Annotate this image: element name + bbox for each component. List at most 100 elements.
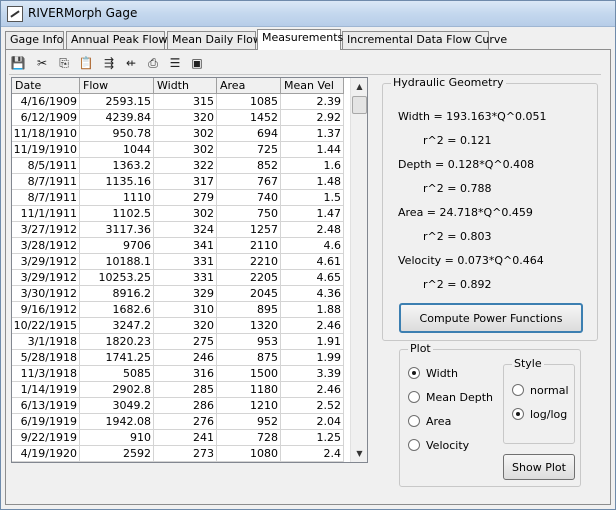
cell-mean-vel[interactable]: 2.92 <box>281 110 344 126</box>
cell-width[interactable]: 317 <box>154 174 217 190</box>
cell-flow[interactable]: 1363.2 <box>80 158 154 174</box>
cell-flow[interactable]: 1682.6 <box>80 302 154 318</box>
header-mean-vel[interactable]: Mean Vel <box>281 78 344 94</box>
cell-flow[interactable]: 950.78 <box>80 126 154 142</box>
tab-gage-info[interactable]: Gage Info <box>5 31 64 49</box>
cell-mean-vel[interactable]: 4.61 <box>281 254 344 270</box>
cell-mean-vel[interactable]: 3.39 <box>281 366 344 382</box>
cell-width[interactable]: 276 <box>154 414 217 430</box>
cell-date[interactable]: 3/27/1912 <box>12 222 80 238</box>
cell-area[interactable]: 1085 <box>217 94 281 110</box>
cell-date[interactable]: 8/7/1911 <box>12 190 80 206</box>
cell-width[interactable]: 286 <box>154 398 217 414</box>
header-width[interactable]: Width <box>154 78 217 94</box>
cell-area[interactable]: 2205 <box>217 270 281 286</box>
tab-mean-daily-flow[interactable]: Mean Daily Flow <box>167 31 262 49</box>
cell-date[interactable]: 4/19/1920 <box>12 446 80 462</box>
cell-area[interactable]: 725 <box>217 142 281 158</box>
cell-flow[interactable]: 1110 <box>80 190 154 206</box>
save-icon[interactable]: 💾 <box>9 54 27 72</box>
table-row[interactable]: 11/18/1910 950.78 302 694 1.37 <box>12 126 352 142</box>
cell-mean-vel[interactable]: 2.46 <box>281 318 344 334</box>
cell-mean-vel[interactable]: 4.36 <box>281 286 344 302</box>
cell-width[interactable]: 341 <box>154 238 217 254</box>
cell-date[interactable]: 3/29/1912 <box>12 254 80 270</box>
grid-scrollbar[interactable]: ▲ ▼ <box>350 78 367 462</box>
cell-date[interactable]: 3/29/1912 <box>12 270 80 286</box>
table-row[interactable]: 1/14/1919 2902.8 285 1180 2.46 <box>12 382 352 398</box>
copy-icon[interactable]: ⎘ <box>55 54 73 72</box>
cell-area[interactable]: 1180 <box>217 382 281 398</box>
tab-incremental-data-flow-curve[interactable]: Incremental Data Flow Curve <box>342 31 507 49</box>
table-row[interactable]: 3/27/1912 3117.36 324 1257 2.48 <box>12 222 352 238</box>
cell-width[interactable]: 331 <box>154 270 217 286</box>
table-row[interactable]: 8/7/1911 1135.16 317 767 1.48 <box>12 174 352 190</box>
cell-mean-vel[interactable]: 1.37 <box>281 126 344 142</box>
cut-icon[interactable]: ✂ <box>33 54 51 72</box>
list-icon[interactable]: ☰ <box>166 54 184 72</box>
header-area[interactable]: Area <box>217 78 281 94</box>
cell-width[interactable]: 316 <box>154 366 217 382</box>
cell-width[interactable]: 241 <box>154 430 217 446</box>
cell-area[interactable]: 1080 <box>217 446 281 462</box>
cell-mean-vel[interactable]: 1.91 <box>281 334 344 350</box>
image-icon[interactable]: ▣ <box>188 54 206 72</box>
cell-mean-vel[interactable]: 2.46 <box>281 382 344 398</box>
cell-mean-vel[interactable]: 1.44 <box>281 142 344 158</box>
cell-date[interactable]: 11/19/1910 <box>12 142 80 158</box>
cell-flow[interactable]: 2592 <box>80 446 154 462</box>
cell-date[interactable]: 6/13/1919 <box>12 398 80 414</box>
cell-date[interactable]: 1/14/1919 <box>12 382 80 398</box>
cell-area[interactable]: 953 <box>217 334 281 350</box>
cell-width[interactable]: 310 <box>154 302 217 318</box>
cell-width[interactable]: 275 <box>154 334 217 350</box>
table-row[interactable]: 11/1/1911 1102.5 302 750 1.47 <box>12 206 352 222</box>
cell-date[interactable]: 3/28/1912 <box>12 238 80 254</box>
cell-date[interactable]: 6/19/1919 <box>12 414 80 430</box>
cell-mean-vel[interactable]: 1.25 <box>281 430 344 446</box>
cell-width[interactable]: 322 <box>154 158 217 174</box>
cell-width[interactable]: 246 <box>154 350 217 366</box>
cell-area[interactable]: 1500 <box>217 366 281 382</box>
cell-flow[interactable]: 8916.2 <box>80 286 154 302</box>
cell-date[interactable]: 11/18/1910 <box>12 126 80 142</box>
plot-velocity-radio[interactable]: Velocity <box>408 437 469 453</box>
cell-mean-vel[interactable]: 2.52 <box>281 398 344 414</box>
scroll-up-icon[interactable]: ▲ <box>351 78 367 95</box>
table-row[interactable]: 6/12/1909 4239.84 320 1452 2.92 <box>12 110 352 126</box>
cell-flow[interactable]: 3247.2 <box>80 318 154 334</box>
cell-mean-vel[interactable]: 2.04 <box>281 414 344 430</box>
cell-date[interactable]: 3/30/1912 <box>12 286 80 302</box>
table-row[interactable]: 3/28/1912 9706 341 2110 4.6 <box>12 238 352 254</box>
cell-flow[interactable]: 1044 <box>80 142 154 158</box>
cell-flow[interactable]: 2902.8 <box>80 382 154 398</box>
cell-width[interactable]: 329 <box>154 286 217 302</box>
cell-flow[interactable]: 9706 <box>80 238 154 254</box>
cell-mean-vel[interactable]: 1.6 <box>281 158 344 174</box>
cell-width[interactable]: 279 <box>154 190 217 206</box>
cell-mean-vel[interactable]: 2.4 <box>281 446 344 462</box>
cell-mean-vel[interactable]: 2.39 <box>281 94 344 110</box>
cell-area[interactable]: 1210 <box>217 398 281 414</box>
scroll-thumb[interactable] <box>352 96 367 114</box>
table-row[interactable]: 6/13/1919 3049.2 286 1210 2.52 <box>12 398 352 414</box>
cell-area[interactable]: 852 <box>217 158 281 174</box>
cell-date[interactable]: 8/5/1911 <box>12 158 80 174</box>
print-icon[interactable]: ⎙ <box>144 54 162 72</box>
insert-row-icon[interactable]: ⇶ <box>100 54 118 72</box>
cell-width[interactable]: 320 <box>154 110 217 126</box>
table-row[interactable]: 3/1/1918 1820.23 275 953 1.91 <box>12 334 352 350</box>
table-row[interactable]: 8/7/1911 1110 279 740 1.5 <box>12 190 352 206</box>
cell-area[interactable]: 740 <box>217 190 281 206</box>
cell-area[interactable]: 2045 <box>217 286 281 302</box>
table-row[interactable]: 3/29/1912 10253.25 331 2205 4.65 <box>12 270 352 286</box>
plot-mean-depth-radio[interactable]: Mean Depth <box>408 389 493 405</box>
cell-date[interactable]: 3/1/1918 <box>12 334 80 350</box>
cell-date[interactable]: 8/7/1911 <box>12 174 80 190</box>
cell-date[interactable]: 9/16/1912 <box>12 302 80 318</box>
table-row[interactable]: 6/19/1919 1942.08 276 952 2.04 <box>12 414 352 430</box>
cell-area[interactable]: 750 <box>217 206 281 222</box>
cell-flow[interactable]: 1102.5 <box>80 206 154 222</box>
cell-mean-vel[interactable]: 4.6 <box>281 238 344 254</box>
table-row[interactable]: 5/28/1918 1741.25 246 875 1.99 <box>12 350 352 366</box>
